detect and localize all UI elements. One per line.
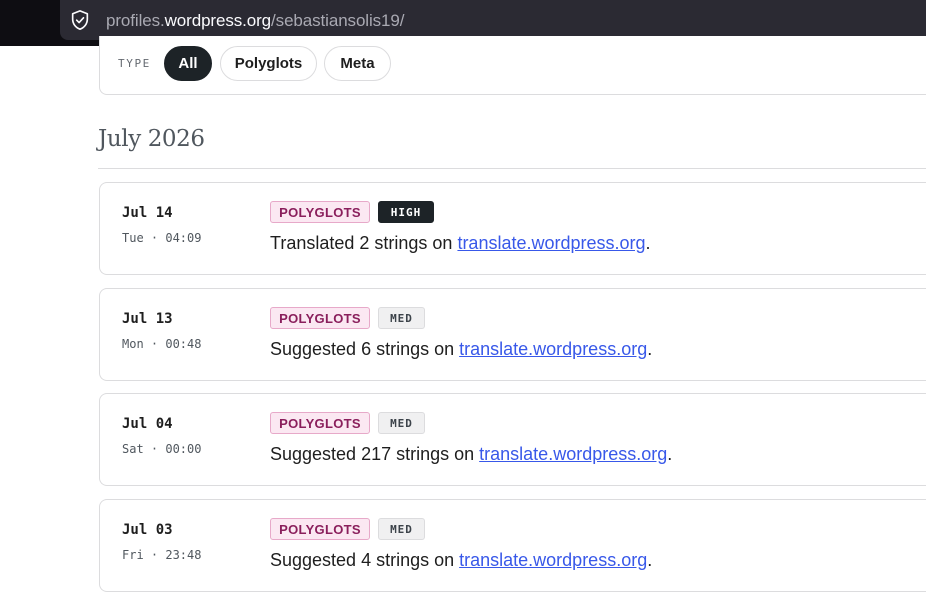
summary-text: Suggested 217 strings on bbox=[270, 444, 480, 464]
summary-text: Suggested 4 strings on bbox=[270, 550, 460, 570]
activity-card: Jul 04 Sat · 00:00 POLYGLOTS MED Suggest… bbox=[99, 393, 926, 486]
summary-end: . bbox=[647, 339, 653, 359]
activity-weekday-time: Mon · 00:48 bbox=[122, 337, 202, 351]
translate-link[interactable]: translate.wordpress.org bbox=[459, 339, 647, 359]
divider bbox=[98, 168, 926, 169]
level-badge: HIGH bbox=[378, 201, 434, 223]
team-badge: POLYGLOTS bbox=[270, 307, 370, 329]
summary-end: . bbox=[645, 233, 651, 253]
level-badge: MED bbox=[378, 307, 425, 329]
activity-weekday-time: Tue · 04:09 bbox=[122, 231, 202, 245]
filter-chip-all[interactable]: All bbox=[164, 46, 212, 81]
activity-weekday-time: Sat · 00:00 bbox=[122, 442, 202, 456]
activity-card: Jul 03 Fri · 23:48 POLYGLOTS MED Suggest… bbox=[99, 499, 926, 592]
url-subdomain: profiles. bbox=[106, 11, 165, 30]
activity-date: Jul 04 bbox=[122, 416, 173, 432]
team-badge: POLYGLOTS bbox=[270, 201, 370, 223]
translate-link[interactable]: translate.wordpress.org bbox=[459, 550, 647, 570]
activity-date: Jul 13 bbox=[122, 311, 173, 327]
type-filter-panel: TYPE All Polyglots Meta bbox=[99, 36, 926, 95]
summary-end: . bbox=[667, 444, 673, 464]
filter-chip-polyglots[interactable]: Polyglots bbox=[220, 46, 317, 81]
team-badge: POLYGLOTS bbox=[270, 412, 370, 434]
summary-end: . bbox=[647, 550, 653, 570]
filter-chip-meta[interactable]: Meta bbox=[324, 46, 391, 81]
level-badge: MED bbox=[378, 518, 425, 540]
url-path: /sebastiansolis19/ bbox=[271, 11, 405, 30]
activity-date: Jul 14 bbox=[122, 205, 173, 221]
activity-summary: Suggested 4 strings on translate.wordpre… bbox=[270, 550, 652, 571]
translate-link[interactable]: translate.wordpress.org bbox=[479, 444, 667, 464]
summary-text: Suggested 6 strings on bbox=[270, 339, 460, 359]
shield-icon[interactable] bbox=[69, 9, 91, 31]
activity-card: Jul 14 Tue · 04:09 POLYGLOTS HIGH Transl… bbox=[99, 182, 926, 275]
activity-card: Jul 13 Mon · 00:48 POLYGLOTS MED Suggest… bbox=[99, 288, 926, 381]
activity-weekday-time: Fri · 23:48 bbox=[122, 548, 202, 562]
activity-summary: Suggested 6 strings on translate.wordpre… bbox=[270, 339, 652, 360]
team-badge: POLYGLOTS bbox=[270, 518, 370, 540]
activity-date: Jul 03 bbox=[122, 522, 173, 538]
summary-text: Translated 2 strings on bbox=[270, 233, 458, 253]
address-bar[interactable]: profiles.wordpress.org/sebastiansolis19/ bbox=[60, 0, 926, 40]
url-text[interactable]: profiles.wordpress.org/sebastiansolis19/ bbox=[106, 11, 404, 31]
month-heading: July 2026 bbox=[98, 126, 205, 152]
filter-label: TYPE bbox=[118, 57, 151, 70]
level-badge: MED bbox=[378, 412, 425, 434]
activity-summary: Suggested 217 strings on translate.wordp… bbox=[270, 444, 672, 465]
translate-link[interactable]: translate.wordpress.org bbox=[457, 233, 645, 253]
url-domain: wordpress.org bbox=[164, 11, 272, 30]
activity-summary: Translated 2 strings on translate.wordpr… bbox=[270, 233, 651, 254]
